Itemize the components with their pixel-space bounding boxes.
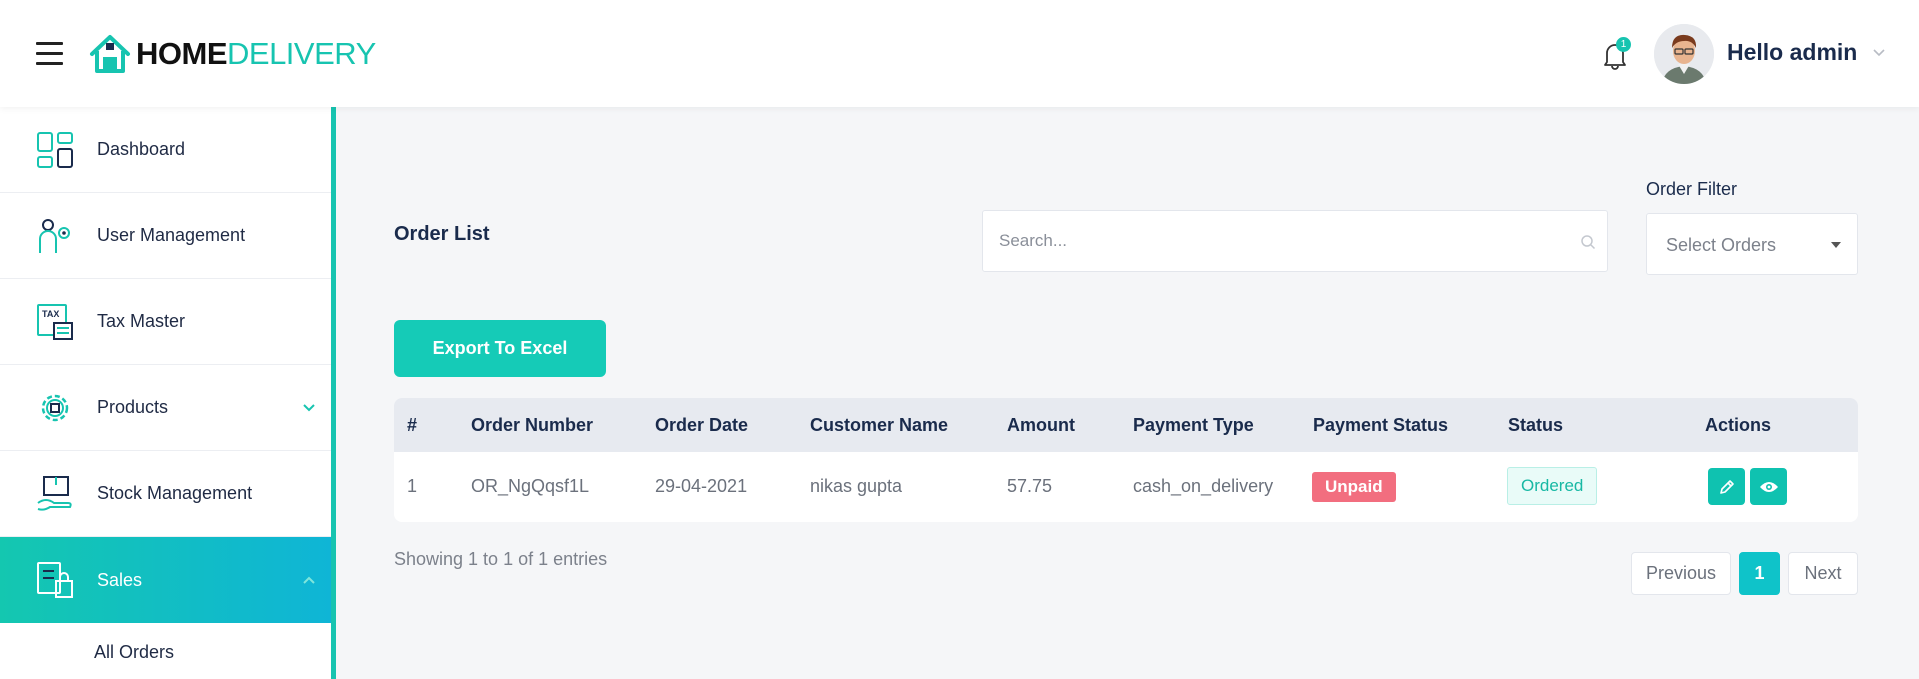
user-settings-icon [39,218,70,253]
sidebar-item-label: Sales [97,569,143,590]
svg-text:TAX: TAX [42,309,59,319]
eye-icon [1759,481,1778,492]
column-header[interactable]: Status [1508,415,1563,436]
sidebar-item-label: Dashboard [97,139,186,159]
edit-button[interactable] [1708,468,1745,505]
top-header: HOMEDELIVERY 1 Hello admin [0,0,1919,107]
search-icon[interactable] [1580,234,1596,250]
chevron-down-icon[interactable] [1872,48,1886,58]
search-input[interactable] [999,211,1559,271]
order-status-badge: Ordered [1507,467,1598,505]
order-filter-value: Select Orders [1666,235,1777,255]
sidebar-item-dashboard[interactable]: Dashboard [0,107,331,193]
column-header[interactable]: # [407,415,417,436]
cell-customer-name: nikas gupta [810,476,903,496]
sidebar-item-stock-management[interactable]: Stock Management [0,451,331,537]
notification-badge: 1 [1616,37,1631,52]
box-hand-icon [37,475,72,511]
chevron-down-icon[interactable] [302,403,316,413]
submenu-item-all-orders[interactable]: All Orders [94,642,174,663]
column-header[interactable]: Customer Name [810,415,948,436]
sidebar-item-label: Products [97,397,169,417]
sidebar: Dashboard User Management TAX Tax Master… [0,107,336,679]
cell-order-number: OR_NgQqsf1L [471,476,590,496]
column-header[interactable]: Order Number [471,415,593,436]
gear-icon [41,394,69,421]
column-header[interactable]: Payment Status [1313,415,1448,436]
payment-status-badge: Unpaid [1312,472,1396,502]
home-delivery-logo-icon [90,35,130,73]
logo-text-home: HOME [136,36,228,71]
orders-table: # Order Number Order Date Customer Name … [394,398,1858,522]
sidebar-item-label: Stock Management [97,483,253,503]
notification-bell-icon[interactable]: 1 [1602,37,1631,70]
caret-down-icon [1831,242,1841,248]
pagination-previous-button[interactable]: Previous [1631,552,1731,595]
tax-icon: TAX [37,303,73,340]
table-header: # Order Number Order Date Customer Name … [394,398,1858,452]
column-header: Actions [1705,415,1772,435]
avatar[interactable] [1654,24,1714,84]
sidebar-item-user-management[interactable]: User Management [0,193,331,279]
sidebar-item-label: User Management [97,225,246,245]
cell-order-date: 29-04-2021 [655,476,748,496]
cell-index: 1 [407,476,418,496]
cell-amount: 57.75 [1007,476,1053,496]
pagination-next-button[interactable]: Next [1788,552,1858,595]
dashboard-icon [37,131,73,168]
pagination-page-button[interactable]: 1 [1739,552,1780,595]
sidebar-item-tax-master[interactable]: TAX Tax Master [0,279,331,365]
sidebar-item-sales[interactable]: Sales [0,537,331,623]
sidebar-item-label: Tax Master [97,311,186,331]
pencil-icon [1719,479,1734,494]
logo-text-delivery: DELIVERY [227,36,376,71]
column-header[interactable]: Amount [1007,415,1075,436]
cell-payment-type: cash_on_delivery [1133,476,1274,496]
user-greeting[interactable]: Hello admin [1727,39,1857,66]
sidebar-item-products[interactable]: Products [0,365,331,451]
view-button[interactable] [1750,468,1787,505]
export-to-excel-button[interactable]: Export To Excel [394,320,606,377]
column-header[interactable]: Payment Type [1133,415,1254,436]
column-header[interactable]: Order Date [655,415,748,436]
brand-logo[interactable]: HOMEDELIVERY [86,30,376,78]
menu-toggle-button[interactable] [36,42,63,65]
sales-checklist-icon [37,562,73,598]
order-filter-select[interactable]: Select Orders [1646,213,1858,275]
page-title: Order List [394,223,490,245]
order-filter-label: Order Filter [1646,179,1738,199]
search-box [982,210,1608,272]
table-info: Showing 1 to 1 of 1 entries [394,549,608,569]
chevron-up-icon[interactable] [302,575,316,585]
